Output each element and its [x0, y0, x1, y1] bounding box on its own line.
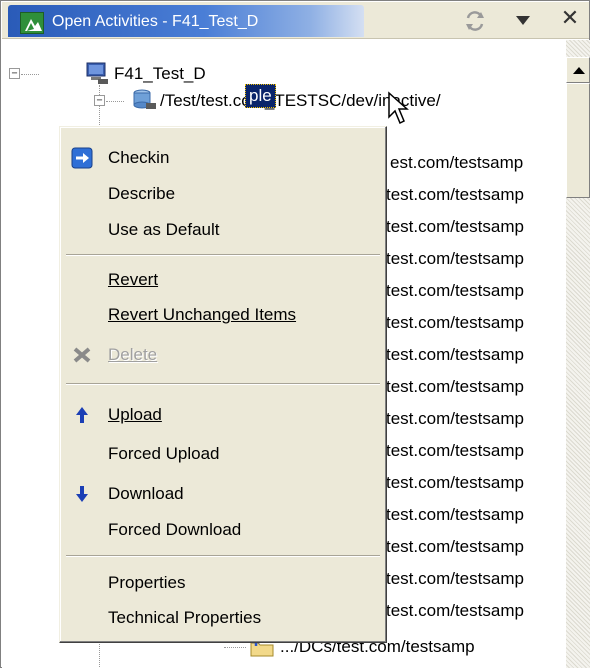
- menu-separator: [66, 555, 380, 557]
- tree-connector: [224, 647, 246, 648]
- menu-item-describe-label: Describe: [108, 184, 176, 203]
- menu-separator: [66, 383, 380, 385]
- menu-item-technical-properties[interactable]: Technical Properties: [62, 601, 384, 635]
- menu-separator: [66, 254, 380, 256]
- menu-item-upload[interactable]: Upload: [62, 398, 384, 432]
- context-menu: Checkin Describe Use as Default Revert R…: [59, 126, 387, 643]
- menu-item-download[interactable]: Download: [62, 477, 384, 511]
- tree-row-activity[interactable]: test.com/testsamp: [386, 341, 524, 369]
- tree-row-activity[interactable]: test.com/testsamp: [386, 501, 524, 529]
- tree-row-activity[interactable]: test.com/testsamp: [386, 533, 524, 561]
- close-icon[interactable]: ✕: [558, 7, 582, 31]
- menu-item-properties-label: Properties: [108, 573, 186, 592]
- menu-item-properties[interactable]: Properties: [62, 566, 384, 600]
- tree-connector: [21, 74, 39, 75]
- delete-x-icon: [71, 344, 93, 366]
- view-tab[interactable]: Open Activities - F41_Test_D: [8, 5, 364, 37]
- menu-item-revert-label: Revert: [108, 270, 159, 289]
- menu-item-revert[interactable]: Revert: [62, 263, 384, 297]
- menu-item-checkin[interactable]: Checkin: [62, 141, 384, 175]
- menu-item-delete: Delete: [62, 338, 384, 372]
- collapse-workspace-toggle[interactable]: −: [94, 95, 105, 106]
- menu-item-use-as-default-label: Use as Default: [108, 220, 220, 239]
- nwdi-app-icon: [20, 12, 44, 34]
- menu-item-forced-upload-label: Forced Upload: [108, 444, 220, 463]
- tree-row-activity[interactable]: est.com/testsamp: [390, 149, 523, 177]
- tree-row-activity[interactable]: test.com/testsamp: [386, 277, 524, 305]
- tree-row-activity[interactable]: test.com/testsamp: [386, 597, 524, 625]
- upload-arrow-icon: [71, 404, 93, 426]
- computer-icon: [84, 61, 110, 85]
- scroll-thumb[interactable]: [566, 83, 590, 198]
- checkin-arrow-icon: [71, 147, 93, 169]
- selected-tree-node[interactable]: ple: [245, 84, 276, 108]
- view-menu-chevron-down-icon[interactable]: [516, 16, 530, 25]
- menu-item-download-label: Download: [108, 484, 184, 503]
- view-title: Open Activities - F41_Test_D: [52, 13, 259, 30]
- collapse-root-toggle[interactable]: −: [9, 68, 20, 79]
- mouse-cursor-icon: [387, 91, 413, 127]
- menu-item-describe[interactable]: Describe: [62, 177, 384, 211]
- menu-item-forced-download[interactable]: Forced Download: [62, 513, 384, 547]
- menu-item-use-as-default[interactable]: Use as Default: [62, 213, 384, 247]
- view-titlebar: Open Activities - F41_Test_D ✕: [2, 2, 589, 39]
- tree-row-activity[interactable]: test.com/testsamp: [386, 373, 524, 401]
- tree-row-activity[interactable]: test.com/testsamp: [386, 469, 524, 497]
- tree-row-activity[interactable]: test.com/testsamp: [386, 565, 524, 593]
- tree-row-activity[interactable]: test.com/testsamp: [386, 405, 524, 433]
- tree-row-activity[interactable]: test.com/testsamp: [386, 245, 524, 273]
- download-arrow-icon: [71, 483, 93, 505]
- menu-item-forced-download-label: Forced Download: [108, 520, 242, 539]
- menu-item-revert-unchanged-label: Revert Unchanged Items: [108, 305, 297, 324]
- menu-item-revert-unchanged[interactable]: Revert Unchanged Items: [62, 298, 384, 332]
- tree-row-activity[interactable]: test.com/testsamp: [386, 437, 524, 465]
- menu-item-technical-properties-label: Technical Properties: [108, 608, 262, 627]
- menu-item-checkin-label: Checkin: [108, 148, 170, 167]
- vertical-scrollbar[interactable]: [566, 40, 590, 668]
- scroll-up-button[interactable]: [566, 57, 590, 83]
- tree-row-activity[interactable]: test.com/testsamp: [386, 309, 524, 337]
- tree-connector: [106, 101, 124, 102]
- open-activities-view: Open Activities - F41_Test_D ✕ − F41_Tes…: [0, 0, 590, 668]
- tree-root-label[interactable]: F41_Test_D: [114, 60, 206, 88]
- menu-item-delete-label: Delete: [108, 345, 158, 364]
- menu-item-forced-upload[interactable]: Forced Upload: [62, 437, 384, 471]
- link-with-editor-icon[interactable]: [462, 10, 488, 32]
- tree-row-activity[interactable]: test.com/testsamp: [386, 213, 524, 241]
- menu-item-upload-label: Upload: [108, 405, 162, 424]
- database-icon: [132, 88, 158, 112]
- tree-row-activity[interactable]: test.com/testsamp: [386, 181, 524, 209]
